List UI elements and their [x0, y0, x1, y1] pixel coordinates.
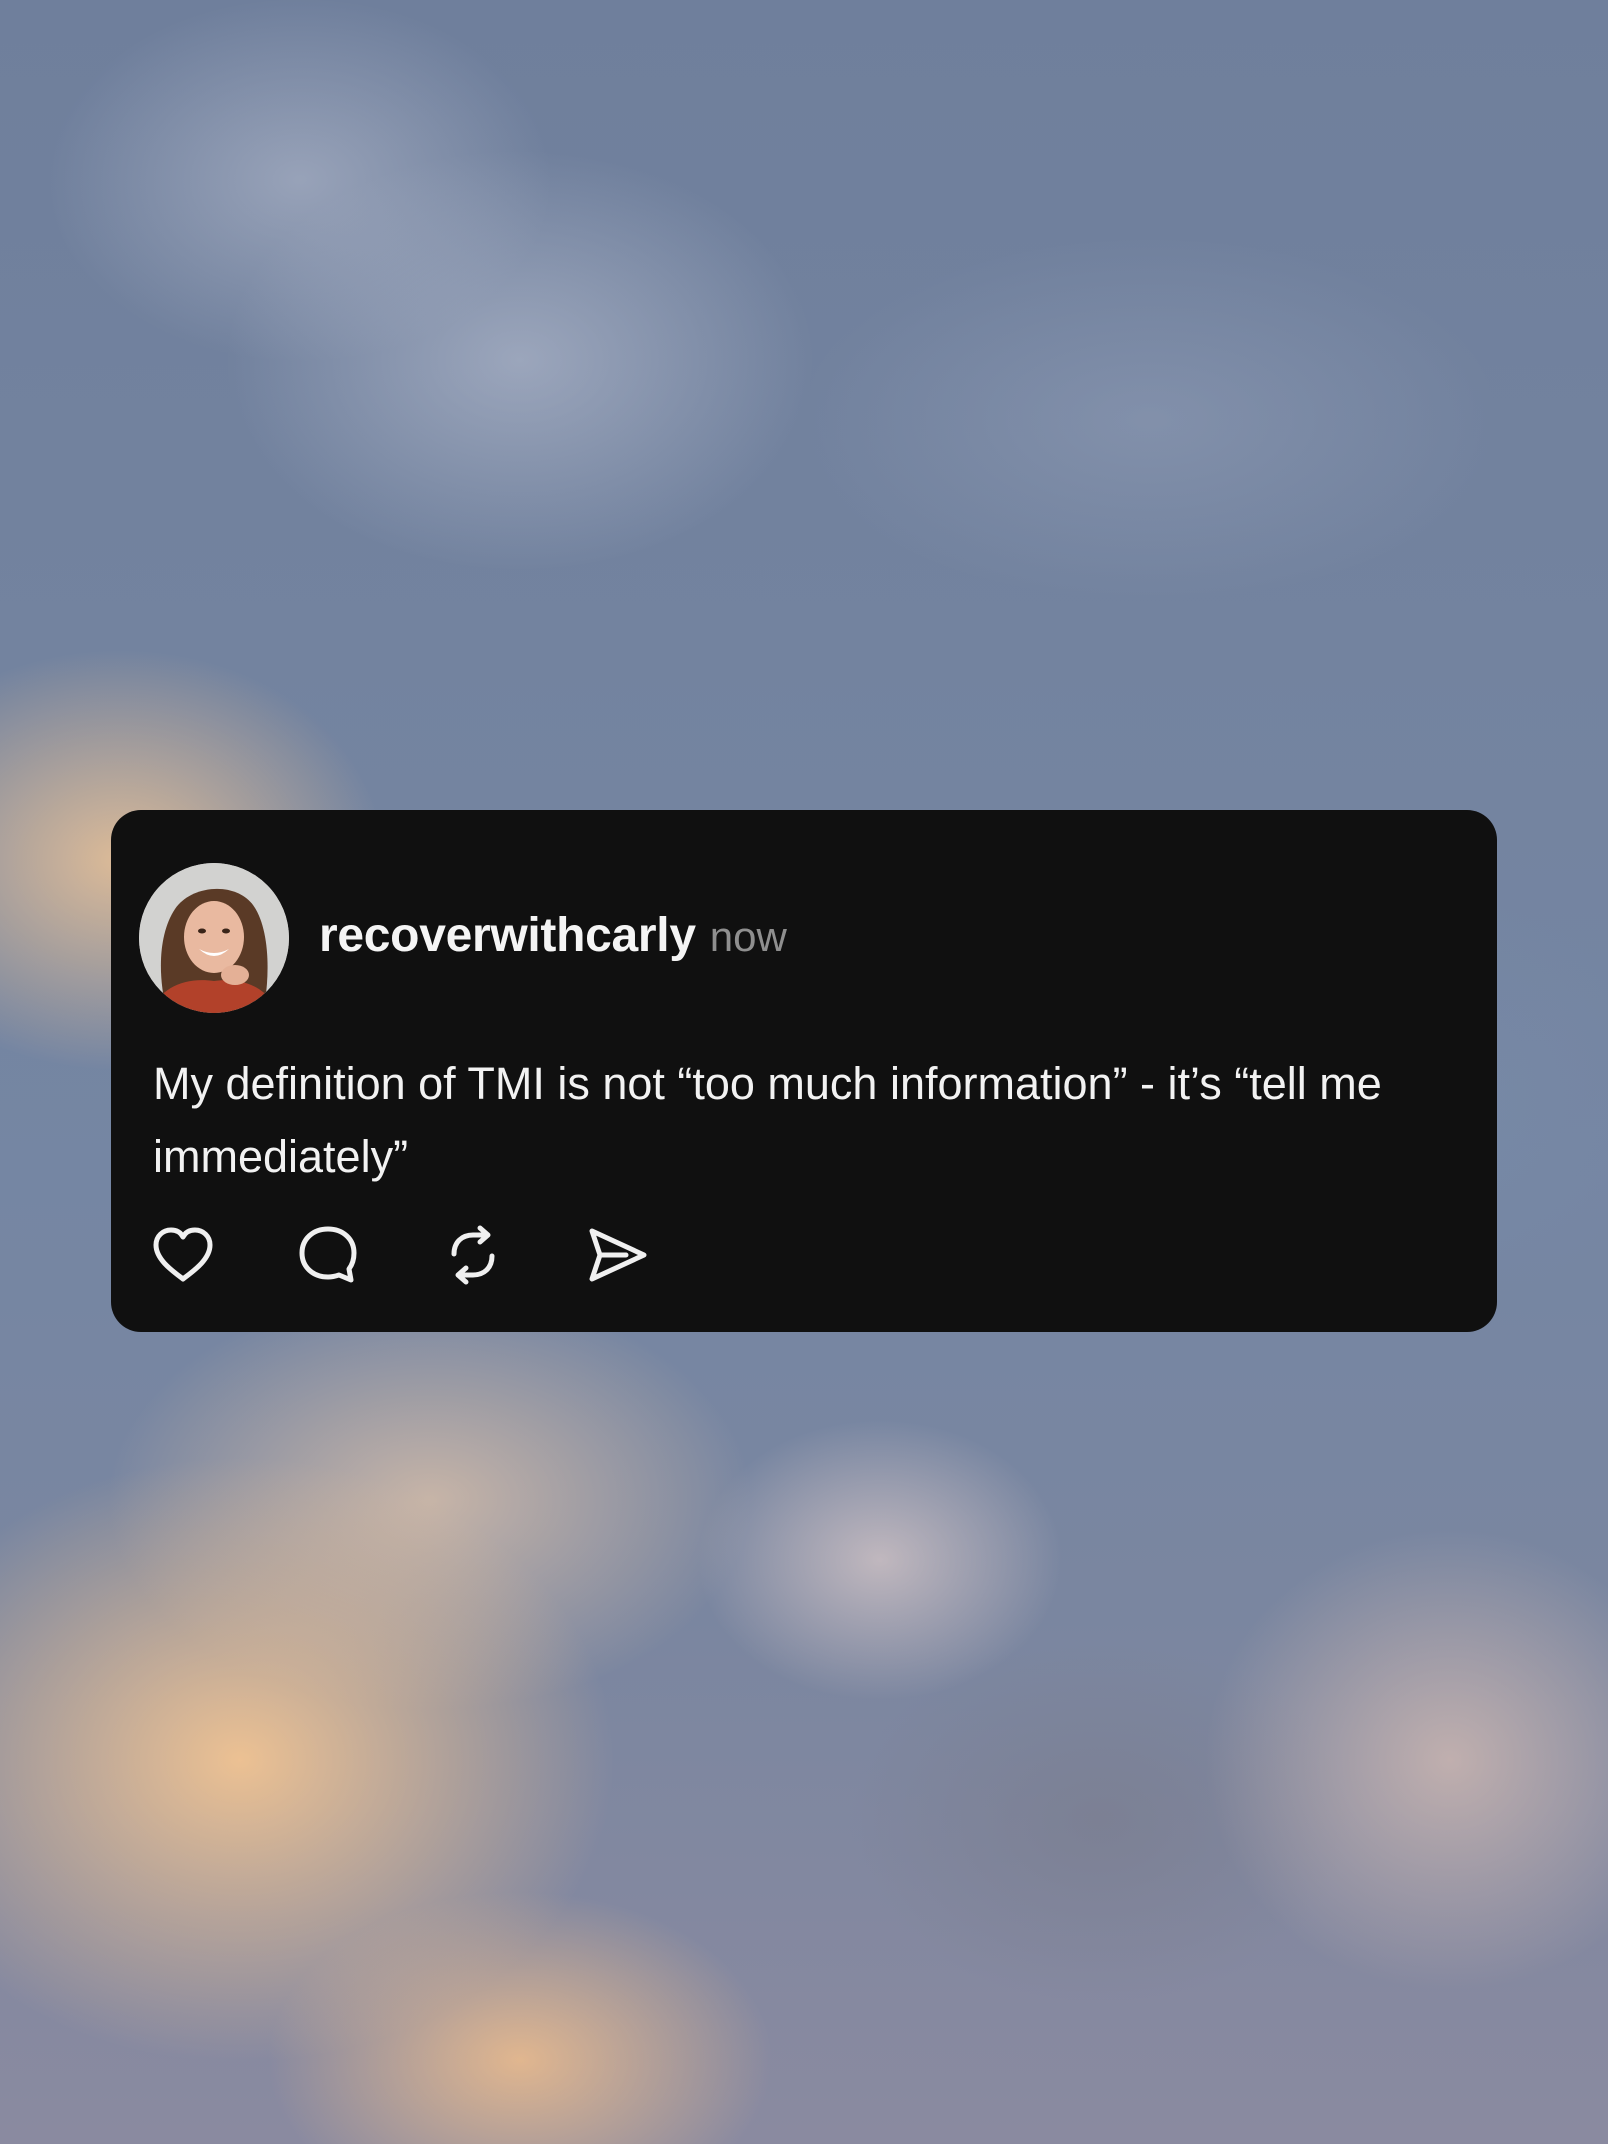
avatar[interactable]: [139, 863, 289, 1013]
comment-button[interactable]: [296, 1223, 360, 1287]
action-bar: [151, 1223, 731, 1287]
post-card: recoverwithcarly now My definition of TM…: [111, 810, 1497, 1332]
timestamp: now: [709, 912, 787, 960]
post-header: recoverwithcarly now: [139, 863, 787, 1013]
post-text: My definition of TMI is not “too much in…: [153, 1058, 1382, 1182]
username[interactable]: recoverwithcarly: [319, 908, 696, 963]
repost-icon: [451, 1225, 495, 1285]
avatar-photo: [139, 863, 289, 1013]
heart-icon: [153, 1227, 213, 1282]
post-meta: recoverwithcarly now: [319, 908, 787, 963]
share-button[interactable]: [586, 1223, 650, 1287]
comment-icon: [299, 1226, 357, 1283]
repost-button[interactable]: [441, 1223, 505, 1287]
send-icon: [589, 1228, 647, 1282]
like-button[interactable]: [151, 1223, 215, 1287]
